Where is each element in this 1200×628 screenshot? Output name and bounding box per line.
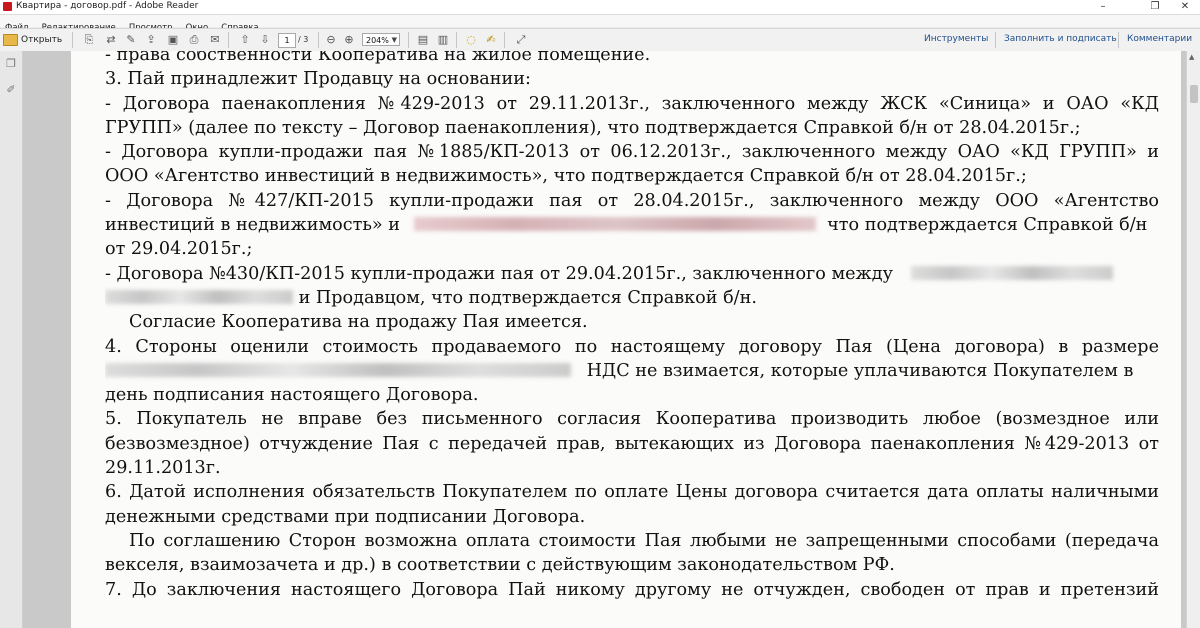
doc-line: безвозмездное) отчуждение Пая с передаче… [105,433,1159,454]
navigation-pane: ❐ ✐ [0,51,23,628]
document-text: - права собственности Кооператива на жил… [105,51,1159,602]
toolbar-divider [456,32,457,48]
doc-line: - Договора №430/КП-2015 купли-продажи па… [105,262,1159,286]
scrollbar-thumb[interactable] [1190,85,1198,103]
maximize-button[interactable]: ❐ [1142,0,1168,14]
prev-page-icon[interactable]: ⇧ [238,33,252,47]
redacted-text [413,217,816,232]
doc-line: 6. Датой исполнения обязательств Покупат… [105,482,1159,503]
page-total: / 3 [298,35,309,44]
toolbar-divider [995,32,996,48]
doc-text: - Договора №430/КП-2015 купли-продажи па… [105,263,893,284]
menu-bar: Файл Редактирование Просмотр Окно Справк… [0,15,1200,33]
doc-line: - Договора №427/КП-2015 купли-продажи па… [105,190,1159,211]
attachments-icon[interactable]: ✐ [5,83,17,97]
comment-button[interactable]: Комментарии [1127,34,1192,44]
print-icon[interactable]: ⎙ [187,33,201,47]
vertical-scrollbar[interactable]: ▲ [1186,51,1200,628]
convert-icon[interactable]: ⇄ [104,33,118,47]
doc-line: векселя, взаимозачета и др.) в соответст… [105,555,895,576]
close-button[interactable]: ✕ [1172,0,1198,14]
save-icon[interactable]: ▣ [166,33,180,47]
doc-line: ГРУПП» (далее по тексту – Договор паенак… [105,117,1081,138]
fit-page-icon[interactable]: ▤ [416,33,430,47]
toolbar-divider [228,32,229,48]
toolbar-divider [318,32,319,48]
doc-line: 3. Пай принадлежит Продавцу на основании… [105,69,531,90]
doc-line: - права собственности Кооператива на жил… [105,51,651,65]
doc-line: НДС не взимается, которые уплачиваются П… [105,359,1159,383]
toolbar-divider [72,32,73,48]
zoom-select[interactable]: 204% ▼ [362,33,400,46]
doc-line: денежными средствами при подписании Дого… [105,506,586,527]
doc-line: - Договора купли-продажи пая №1885/КП-20… [105,142,1159,163]
doc-line: и Продавцом, что подтверждается Справкой… [105,286,1159,310]
expand-icon[interactable]: ⤢ [514,33,528,47]
page-thumbnails-icon[interactable]: ❐ [5,57,17,71]
doc-line: 4. Стороны оценили стоимость продаваемог… [105,336,1159,357]
email-icon[interactable]: ✉ [208,33,222,47]
doc-text: НДС не взимается, которые уплачиваются П… [586,360,1134,381]
doc-line: - Договора паенакопления №429-2013 от 29… [105,93,1159,114]
doc-text: что подтверждается Справкой б/н [827,215,1148,236]
toolbar-divider [1118,32,1119,48]
doc-line: По соглашению Сторон возможна оплата сто… [129,530,1159,551]
document-area[interactable]: - права собственности Кооператива на жил… [23,51,1186,628]
doc-text: инвестиций в недвижимость» и [105,215,400,236]
edit-pdf-icon[interactable]: ✎ [124,33,138,47]
chevron-down-icon: ▼ [391,36,397,44]
doc-text: и Продавцом, что подтверждается Справкой… [298,287,757,308]
open-label: Открыть [21,34,63,45]
minimize-button[interactable]: – [1090,0,1116,14]
open-button[interactable]: Открыть [3,32,62,47]
redacted-text [105,362,571,377]
doc-line: 7. До заключения настоящего Договора Пай… [105,579,1159,600]
create-pdf-icon[interactable]: ⎘ [82,33,96,47]
doc-line: день подписания настоящего Договора. [105,385,479,406]
page-number-input[interactable]: 1 [278,33,296,48]
highlight-icon[interactable]: ✍ [484,33,498,47]
comment-icon[interactable]: ◌ [464,33,478,47]
folder-icon [3,33,18,46]
title-bar: Квартира - договор.pdf - Adobe Reader – … [0,0,1200,15]
doc-line: от 29.04.2015г.; [105,239,253,260]
toolbar-divider [504,32,505,48]
fill-sign-button[interactable]: Заполнить и подписать [1004,34,1117,44]
window-title: Квартира - договор.pdf - Adobe Reader [16,1,199,11]
toolbar-divider [408,32,409,48]
fit-width-icon[interactable]: ▥ [436,33,450,47]
doc-line: Согласие Кооператива на продажу Пая имее… [129,312,588,333]
doc-line: ООО «Агентство инвестиций в недвижимость… [105,166,1027,187]
zoom-out-icon[interactable]: ⊖ [324,33,338,47]
doc-line: 29.11.2013г. [105,458,221,479]
toolbar: Открыть ⎘ ⇄ ✎ ⇪ ▣ ⎙ ✉ ⇧ ⇩ 1 / 3 ⊖ ⊕ 204%… [0,28,1200,52]
zoom-in-icon[interactable]: ⊕ [342,33,356,47]
redacted-text [910,265,1113,280]
adobe-reader-icon [3,2,12,11]
redacted-text [105,289,293,304]
doc-line: инвестиций в недвижимость» и что подтвер… [105,213,1159,237]
export-icon[interactable]: ⇪ [144,33,158,47]
tools-button[interactable]: Инструменты [924,34,988,44]
next-page-icon[interactable]: ⇩ [258,33,272,47]
doc-line: 5. Покупатель не вправе без письменного … [105,409,1159,430]
zoom-value: 204% [366,36,389,45]
scroll-up-icon[interactable]: ▲ [1189,53,1194,61]
pdf-page: - права собственности Кооператива на жил… [71,51,1181,628]
